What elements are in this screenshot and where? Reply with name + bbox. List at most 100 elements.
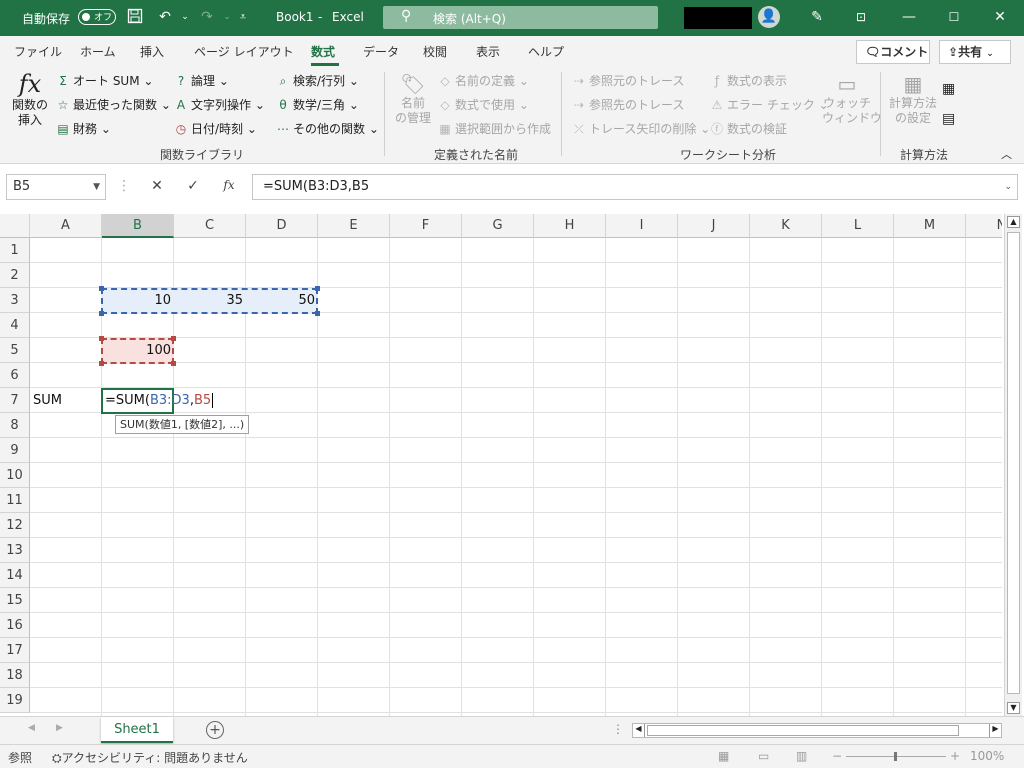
customize-toolbar-icon[interactable]: ⩡ xyxy=(232,8,254,26)
column-header-E[interactable]: E xyxy=(318,214,390,238)
row-header-9[interactable]: 9 xyxy=(0,438,30,463)
name-box[interactable]: B5 ▼ xyxy=(6,174,106,200)
tab-data[interactable]: データ xyxy=(363,43,399,60)
row-header-15[interactable]: 15 xyxy=(0,588,30,613)
zoom-out-icon[interactable]: − xyxy=(832,749,842,763)
row-header-2[interactable]: 2 xyxy=(0,263,30,288)
calculate-sheet-icon[interactable]: ▤ xyxy=(942,110,955,128)
row-header-6[interactable]: 6 xyxy=(0,363,30,388)
collapse-ribbon-icon[interactable]: ︿ xyxy=(1001,146,1012,164)
column-header-L[interactable]: L xyxy=(822,214,894,238)
scroll-up-icon[interactable]: ▲ xyxy=(1007,216,1020,228)
column-header-F[interactable]: F xyxy=(390,214,462,238)
row-header-17[interactable]: 17 xyxy=(0,638,30,663)
cell-D3[interactable]: 50 xyxy=(246,289,318,313)
cell-B7-editing[interactable]: =SUM(B3:D3,B5 xyxy=(105,389,265,413)
enter-icon[interactable]: ✓ xyxy=(183,178,203,194)
search-box[interactable]: ⚲ 検索 (Alt+Q) xyxy=(383,6,658,29)
column-header-A[interactable]: A xyxy=(30,214,102,238)
tab-file[interactable]: ファイル xyxy=(14,43,62,60)
horizontal-scrollbar[interactable]: ◀ ▶ xyxy=(632,723,1002,738)
next-sheet-icon[interactable]: ▶ xyxy=(56,723,63,733)
scroll-down-icon[interactable]: ▼ xyxy=(1007,702,1020,714)
column-header-D[interactable]: D xyxy=(246,214,318,238)
column-header-B[interactable]: B xyxy=(102,214,174,238)
row-header-19[interactable]: 19 xyxy=(0,688,30,713)
row-header-4[interactable]: 4 xyxy=(0,313,30,338)
column-header-C[interactable]: C xyxy=(174,214,246,238)
zoom-in-icon[interactable]: + xyxy=(950,749,960,763)
accessibility-status[interactable]: ⛭アクセシビリティ: 問題ありません xyxy=(52,749,248,766)
horizontal-scroll-thumb[interactable] xyxy=(647,725,959,736)
normal-view-icon[interactable]: ▦ xyxy=(718,749,729,763)
row-header-11[interactable]: 11 xyxy=(0,488,30,513)
row-header-3[interactable]: 3 xyxy=(0,288,30,313)
account-name-redacted[interactable] xyxy=(684,7,752,29)
save-icon[interactable] xyxy=(124,8,146,29)
comment-button[interactable]: 🗨コメント xyxy=(856,40,930,64)
autosave-toggle[interactable]: オフ xyxy=(78,9,116,25)
pen-icon[interactable]: ✎ xyxy=(806,8,828,26)
cell-A7[interactable]: SUM xyxy=(33,389,101,413)
cell-C3[interactable]: 35 xyxy=(174,289,246,313)
row-header-12[interactable]: 12 xyxy=(0,513,30,538)
recent-functions-button[interactable]: ☆ 最近使った関数 ⌄ xyxy=(56,96,171,114)
more-functions-button[interactable]: ⋯ その他の関数 ⌄ xyxy=(276,120,379,138)
insert-function-button[interactable]: fx 関数の 挿入 xyxy=(10,70,50,128)
page-break-view-icon[interactable]: ▥ xyxy=(796,749,807,763)
vertical-scrollbar[interactable]: ▲ ▼ xyxy=(1004,214,1022,718)
column-header-I[interactable]: I xyxy=(606,214,678,238)
ribbon-display-icon[interactable]: ⊡ xyxy=(850,8,872,26)
text-button[interactable]: A 文字列操作 ⌄ xyxy=(174,96,265,114)
column-header-K[interactable]: K xyxy=(750,214,822,238)
name-box-dropdown-icon[interactable]: ▼ xyxy=(93,175,100,199)
row-header-16[interactable]: 16 xyxy=(0,613,30,638)
undo-icon[interactable]: ↶ xyxy=(154,8,176,26)
column-header-J[interactable]: J xyxy=(678,214,750,238)
tab-splitter-icon[interactable]: ⋮ xyxy=(612,722,624,736)
row-header-13[interactable]: 13 xyxy=(0,538,30,563)
close-icon[interactable]: ✕ xyxy=(989,8,1011,26)
fx-icon[interactable]: fx xyxy=(219,178,239,192)
column-header-H[interactable]: H xyxy=(534,214,606,238)
prev-sheet-icon[interactable]: ◀ xyxy=(28,723,35,733)
logical-button[interactable]: ? 論理 ⌄ xyxy=(174,72,229,90)
function-tooltip[interactable]: SUM(数値1, [数値2], ...) xyxy=(115,415,250,434)
row-header-18[interactable]: 18 xyxy=(0,663,30,688)
share-button[interactable]: ⇪共有 ⌄ xyxy=(939,40,1011,64)
zoom-level[interactable]: 100% xyxy=(970,749,1004,763)
row-header-8[interactable]: 8 xyxy=(0,413,30,438)
undo-dropdown-icon[interactable]: ⌄ xyxy=(174,8,196,26)
cell-B5[interactable]: 100 xyxy=(102,339,174,363)
vertical-scroll-thumb[interactable] xyxy=(1007,232,1020,694)
column-header-M[interactable]: M xyxy=(894,214,966,238)
zoom-slider[interactable] xyxy=(846,752,946,761)
expand-formula-bar-icon[interactable]: ⌄ xyxy=(1004,175,1012,199)
tab-review[interactable]: 校閲 xyxy=(423,43,447,60)
maximize-icon[interactable]: ☐ xyxy=(943,8,965,26)
minimize-icon[interactable]: — xyxy=(898,8,920,26)
row-header-7[interactable]: 7 xyxy=(0,388,30,413)
cell-B3[interactable]: 10 xyxy=(102,289,174,313)
financial-button[interactable]: ▤ 財務 ⌄ xyxy=(56,120,111,138)
avatar[interactable]: 👤 xyxy=(758,6,780,28)
row-header-14[interactable]: 14 xyxy=(0,563,30,588)
zoom-slider-thumb[interactable] xyxy=(894,752,897,761)
scroll-right-icon[interactable]: ▶ xyxy=(989,724,1001,737)
scroll-left-icon[interactable]: ◀ xyxy=(633,724,645,737)
column-header-G[interactable]: G xyxy=(462,214,534,238)
tab-insert[interactable]: 挿入 xyxy=(140,43,164,60)
cancel-icon[interactable]: ✕ xyxy=(147,178,167,194)
row-header-1[interactable]: 1 xyxy=(0,238,30,263)
datetime-button[interactable]: ◷ 日付/時刻 ⌄ xyxy=(174,120,257,138)
column-header-N[interactable]: N xyxy=(966,214,1002,238)
tab-page-layout[interactable]: ページ レイアウト xyxy=(194,43,294,60)
tab-help[interactable]: ヘルプ xyxy=(528,43,564,60)
calculate-now-icon[interactable]: ▦ xyxy=(942,80,955,98)
math-button[interactable]: θ 数学/三角 ⌄ xyxy=(276,96,359,114)
row-header-10[interactable]: 10 xyxy=(0,463,30,488)
tab-view[interactable]: 表示 xyxy=(476,43,500,60)
autosum-button[interactable]: Σ オート SUM ⌄ xyxy=(56,72,153,90)
page-layout-view-icon[interactable]: ▭ xyxy=(758,749,769,763)
add-sheet-icon[interactable]: + xyxy=(206,721,224,739)
